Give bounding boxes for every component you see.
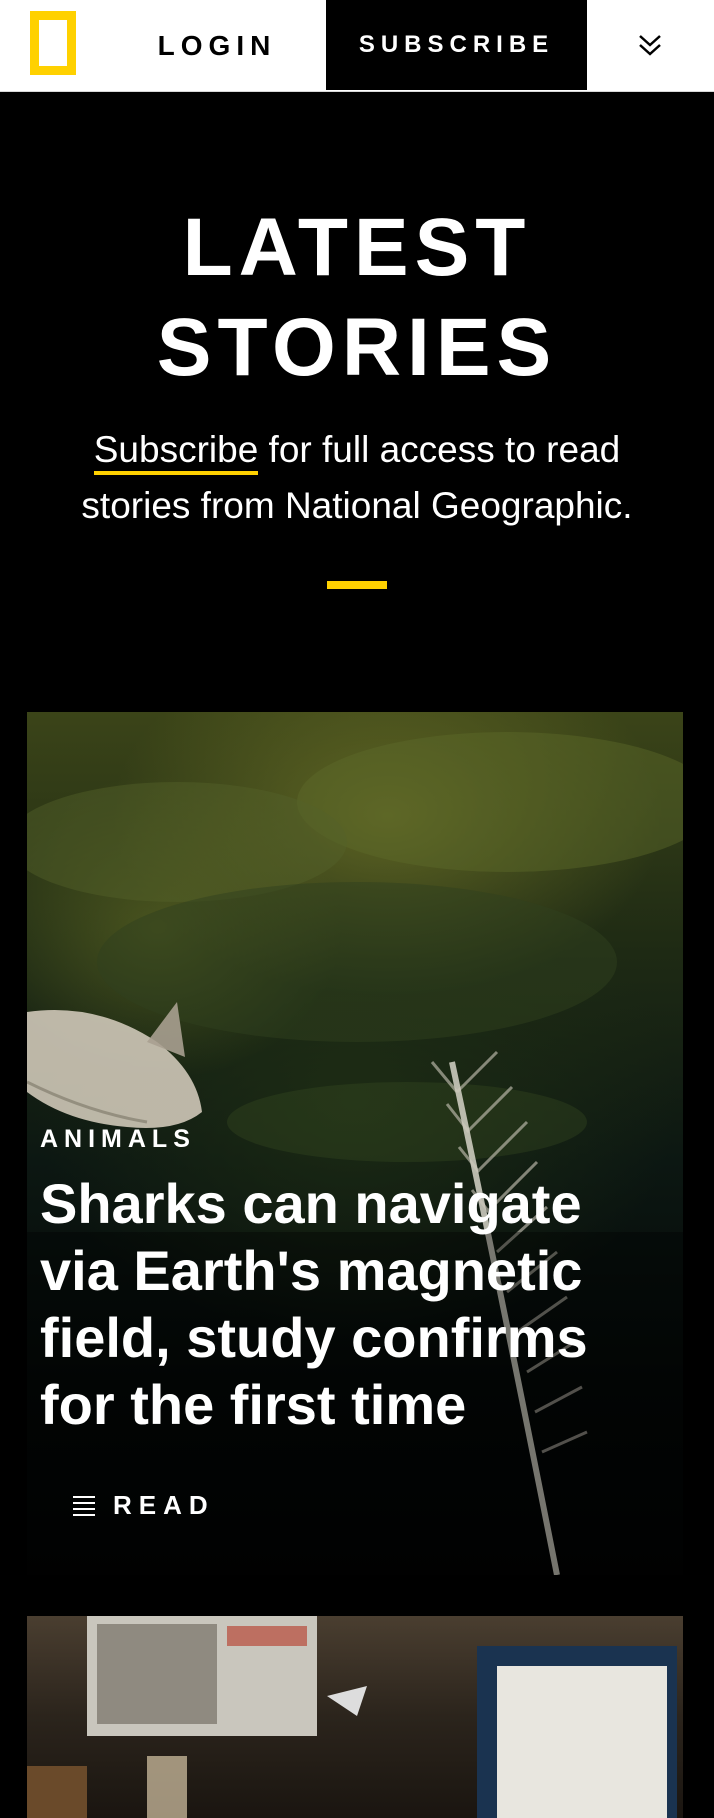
page-title: LATEST STORIES: [0, 198, 714, 398]
subscribe-link[interactable]: Subscribe: [93, 429, 259, 475]
article-lines-icon: [73, 1496, 95, 1516]
login-button[interactable]: LOGIN: [118, 0, 316, 92]
page-title-line-1: LATEST: [182, 202, 532, 293]
double-chevron-down-icon: [639, 35, 661, 56]
read-label: READ: [113, 1489, 215, 1520]
museum-photo: [27, 1616, 677, 1818]
read-button[interactable]: READ: [73, 1485, 215, 1525]
menu-toggle-button[interactable]: [620, 20, 680, 70]
story-category[interactable]: ANIMALS: [40, 1125, 196, 1154]
subscribe-button[interactable]: SUBSCRIBE: [326, 0, 587, 90]
subscribe-prompt: Subscribe for full access to read storie…: [40, 422, 674, 534]
story-card[interactable]: [27, 1616, 683, 1818]
page-title-line-2: STORIES: [156, 302, 558, 393]
top-navigation-bar: LOGIN SUBSCRIBE: [0, 0, 714, 92]
story-title[interactable]: Sharks can navigate via Earth's magnetic…: [40, 1170, 640, 1438]
national-geographic-logo[interactable]: [30, 11, 76, 75]
accent-divider: [327, 581, 387, 589]
